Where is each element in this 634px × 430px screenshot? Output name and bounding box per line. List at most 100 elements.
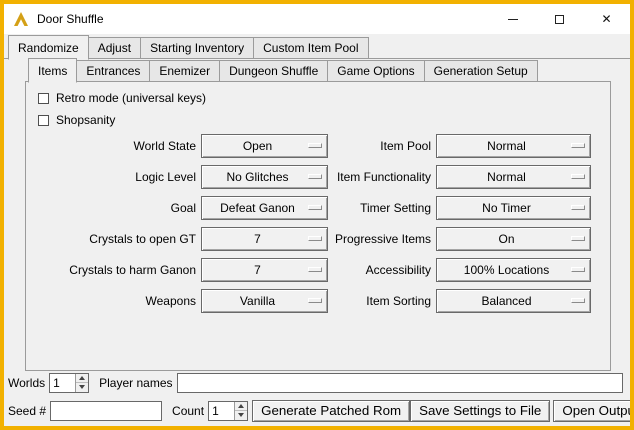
dropdown-indicator-icon <box>571 298 585 303</box>
items-panel: Retro mode (universal keys) Shopsanity W… <box>25 81 611 371</box>
dropdown-indicator-icon <box>308 267 322 272</box>
dropdown-indicator-icon <box>571 236 585 241</box>
dropdown-indicator-icon <box>571 174 585 179</box>
count-value: 1 <box>209 402 234 420</box>
weapons-label: Weapons <box>30 294 196 308</box>
crystals-open-gt-dropdown[interactable]: 7 <box>201 227 328 251</box>
tab-game-options[interactable]: Game Options <box>327 60 424 82</box>
dropdown-indicator-icon <box>308 174 322 179</box>
shopsanity-label: Shopsanity <box>56 113 115 127</box>
tab-generation-setup[interactable]: Generation Setup <box>424 60 538 82</box>
timer-setting-value: No Timer <box>482 201 531 215</box>
worlds-spinner[interactable]: 1 <box>49 373 89 393</box>
seed-label: Seed # <box>8 404 46 418</box>
crystals-harm-ganon-dropdown[interactable]: 7 <box>201 258 328 282</box>
titlebar: Door Shuffle ✕ <box>4 4 630 34</box>
count-label: Count <box>172 404 204 418</box>
tab-randomize[interactable]: Randomize <box>8 35 89 60</box>
dropdown-indicator-icon <box>571 205 585 210</box>
item-functionality-value: Normal <box>487 170 526 184</box>
dropdown-indicator-icon <box>571 143 585 148</box>
accessibility-dropdown[interactable]: 100% Locations <box>436 258 591 282</box>
main-tabbar: Randomize Adjust Starting Inventory Cust… <box>4 36 630 59</box>
app-window: Door Shuffle ✕ Randomize Adjust Starting… <box>0 0 634 430</box>
settings-tabbar: Items Entrances Enemizer Dungeon Shuffle… <box>25 61 611 82</box>
goal-label: Goal <box>30 201 196 215</box>
window-controls: ✕ <box>489 4 630 34</box>
tab-enemizer[interactable]: Enemizer <box>149 60 220 82</box>
open-output-directory-button[interactable]: Open Output Directory <box>553 400 634 422</box>
goal-dropdown[interactable]: Defeat Ganon <box>201 196 328 220</box>
worlds-label: Worlds <box>8 376 45 390</box>
dropdown-indicator-icon <box>308 143 322 148</box>
window-content: Randomize Adjust Starting Inventory Cust… <box>4 34 630 426</box>
item-pool-value: Normal <box>487 139 526 153</box>
count-spinner[interactable]: 1 <box>208 401 248 421</box>
player-names-input[interactable] <box>177 373 624 393</box>
tab-adjust[interactable]: Adjust <box>88 37 141 59</box>
save-settings-button[interactable]: Save Settings to File <box>410 400 550 422</box>
world-state-dropdown[interactable]: Open <box>201 134 328 158</box>
world-state-value: Open <box>243 139 272 153</box>
arrow-down-icon <box>238 413 244 417</box>
logic-level-dropdown[interactable]: No Glitches <box>201 165 328 189</box>
tab-dungeon-shuffle[interactable]: Dungeon Shuffle <box>219 60 328 82</box>
maximize-button[interactable] <box>536 4 583 34</box>
progressive-items-dropdown[interactable]: On <box>436 227 591 251</box>
minimize-button[interactable] <box>489 4 536 34</box>
crystals-open-gt-label: Crystals to open GT <box>30 232 196 246</box>
crystals-open-gt-value: 7 <box>254 232 261 246</box>
seed-row: Seed # Count 1 Generate Patched Rom Save… <box>8 399 623 422</box>
timer-setting-dropdown[interactable]: No Timer <box>436 196 591 220</box>
timer-setting-label: Timer Setting <box>333 201 431 215</box>
seed-input[interactable] <box>50 401 162 421</box>
tab-entrances[interactable]: Entrances <box>76 60 150 82</box>
dropdown-indicator-icon <box>308 205 322 210</box>
crystals-harm-ganon-value: 7 <box>254 263 261 277</box>
count-spin-up-button[interactable] <box>235 402 247 412</box>
crystals-harm-ganon-label: Crystals to harm Ganon <box>30 263 196 277</box>
dropdown-indicator-icon <box>571 267 585 272</box>
logic-level-label: Logic Level <box>30 170 196 184</box>
window-title: Door Shuffle <box>37 12 104 26</box>
worlds-spin-up-button[interactable] <box>76 374 88 384</box>
tab-items[interactable]: Items <box>28 58 77 83</box>
settings-notebook: Items Entrances Enemizer Dungeon Shuffle… <box>25 61 611 371</box>
arrow-up-icon <box>238 404 244 408</box>
weapons-dropdown[interactable]: Vanilla <box>201 289 328 313</box>
minimize-icon <box>508 19 518 20</box>
shopsanity-checkbox[interactable] <box>38 115 49 126</box>
retro-mode-row: Retro mode (universal keys) <box>38 89 610 107</box>
logic-level-value: No Glitches <box>226 170 288 184</box>
accessibility-value: 100% Locations <box>464 263 549 277</box>
weapons-value: Vanilla <box>240 294 275 308</box>
accessibility-label: Accessibility <box>333 263 431 277</box>
count-spin-down-button[interactable] <box>235 411 247 420</box>
progressive-items-label: Progressive Items <box>333 232 431 246</box>
worlds-spin-down-button[interactable] <box>76 383 88 392</box>
item-sorting-value: Balanced <box>481 294 531 308</box>
player-names-label: Player names <box>99 376 172 390</box>
worlds-value: 1 <box>50 374 75 392</box>
item-functionality-dropdown[interactable]: Normal <box>436 165 591 189</box>
item-functionality-label: Item Functionality <box>333 170 431 184</box>
count-spin-buttons <box>234 402 247 420</box>
randomize-panel: Items Entrances Enemizer Dungeon Shuffle… <box>4 58 630 426</box>
progressive-items-value: On <box>498 232 514 246</box>
item-sorting-dropdown[interactable]: Balanced <box>436 289 591 313</box>
arrow-up-icon <box>79 376 85 380</box>
tab-starting-inventory[interactable]: Starting Inventory <box>140 37 254 59</box>
item-pool-dropdown[interactable]: Normal <box>436 134 591 158</box>
generate-patched-rom-button[interactable]: Generate Patched Rom <box>252 400 410 422</box>
shopsanity-row: Shopsanity <box>38 111 610 129</box>
dropdown-indicator-icon <box>308 298 322 303</box>
retro-mode-checkbox[interactable] <box>38 93 49 104</box>
maximize-icon <box>555 15 564 24</box>
worlds-spin-buttons <box>75 374 88 392</box>
item-pool-label: Item Pool <box>333 139 431 153</box>
tab-custom-item-pool[interactable]: Custom Item Pool <box>253 37 368 59</box>
dropdown-indicator-icon <box>308 236 322 241</box>
worlds-row: Worlds 1 Player names <box>8 372 623 393</box>
close-icon: ✕ <box>601 13 611 25</box>
close-button[interactable]: ✕ <box>583 4 630 34</box>
